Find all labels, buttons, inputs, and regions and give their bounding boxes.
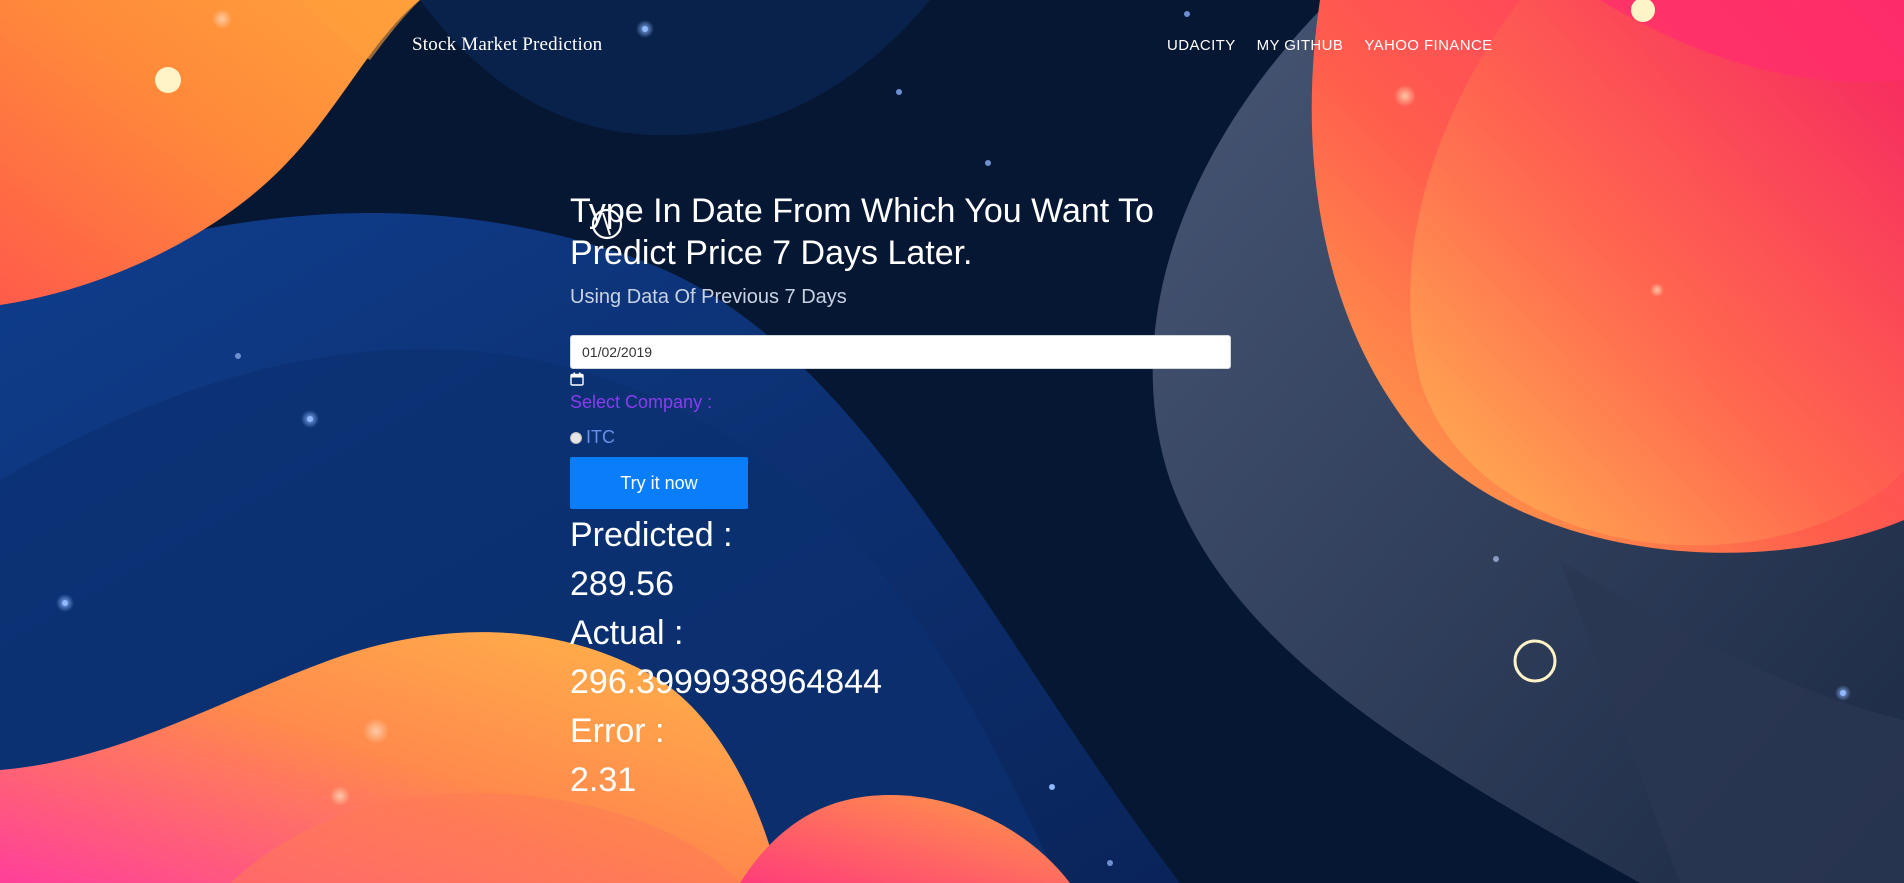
nav-links: UDACITY MY GITHUB YAHOO FINANCE — [1167, 37, 1493, 54]
company-select-label: Select Company : — [570, 392, 713, 412]
company-option-label[interactable]: ITC — [586, 427, 615, 448]
actual-label: Actual : — [570, 614, 684, 652]
cursor-icon — [591, 208, 623, 240]
results-panel: Predicted : 289.56 Actual : 296.39999389… — [570, 511, 1235, 805]
navbar: Stock Market Prediction UDACITY MY GITHU… — [0, 0, 1904, 90]
date-input[interactable] — [570, 335, 1231, 369]
predicted-label: Predicted : — [570, 516, 733, 554]
nav-link-udacity[interactable]: UDACITY — [1167, 37, 1236, 54]
predicted-value: 289.56 — [570, 565, 674, 603]
error-label: Error : — [570, 712, 665, 750]
brand-link[interactable]: Stock Market Prediction — [412, 34, 602, 56]
error-value: 2.31 — [570, 761, 637, 799]
page-title: Type In Date From Which You Want To Pred… — [570, 190, 1210, 274]
nav-link-my-github[interactable]: MY GITHUB — [1257, 37, 1344, 54]
company-option-itc[interactable]: ITC — [570, 427, 1235, 448]
page-title-line-1: Type In Date From Which You Want To — [570, 192, 1154, 230]
company-radio[interactable] — [570, 431, 582, 444]
page-subtitle: Using Data Of Previous 7 Days — [570, 286, 847, 308]
nav-link-yahoo-finance[interactable]: YAHOO FINANCE — [1364, 37, 1492, 54]
calendar-icon[interactable] — [570, 372, 584, 386]
circle-outline-icon — [1513, 639, 1557, 683]
prediction-form: Type In Date From Which You Want To Pred… — [570, 190, 1235, 805]
page-title-line-2: Predict Price 7 Days Later. — [570, 234, 973, 272]
try-it-now-button[interactable]: Try it now — [570, 457, 748, 509]
actual-value: 296.3999938964844 — [570, 663, 882, 701]
